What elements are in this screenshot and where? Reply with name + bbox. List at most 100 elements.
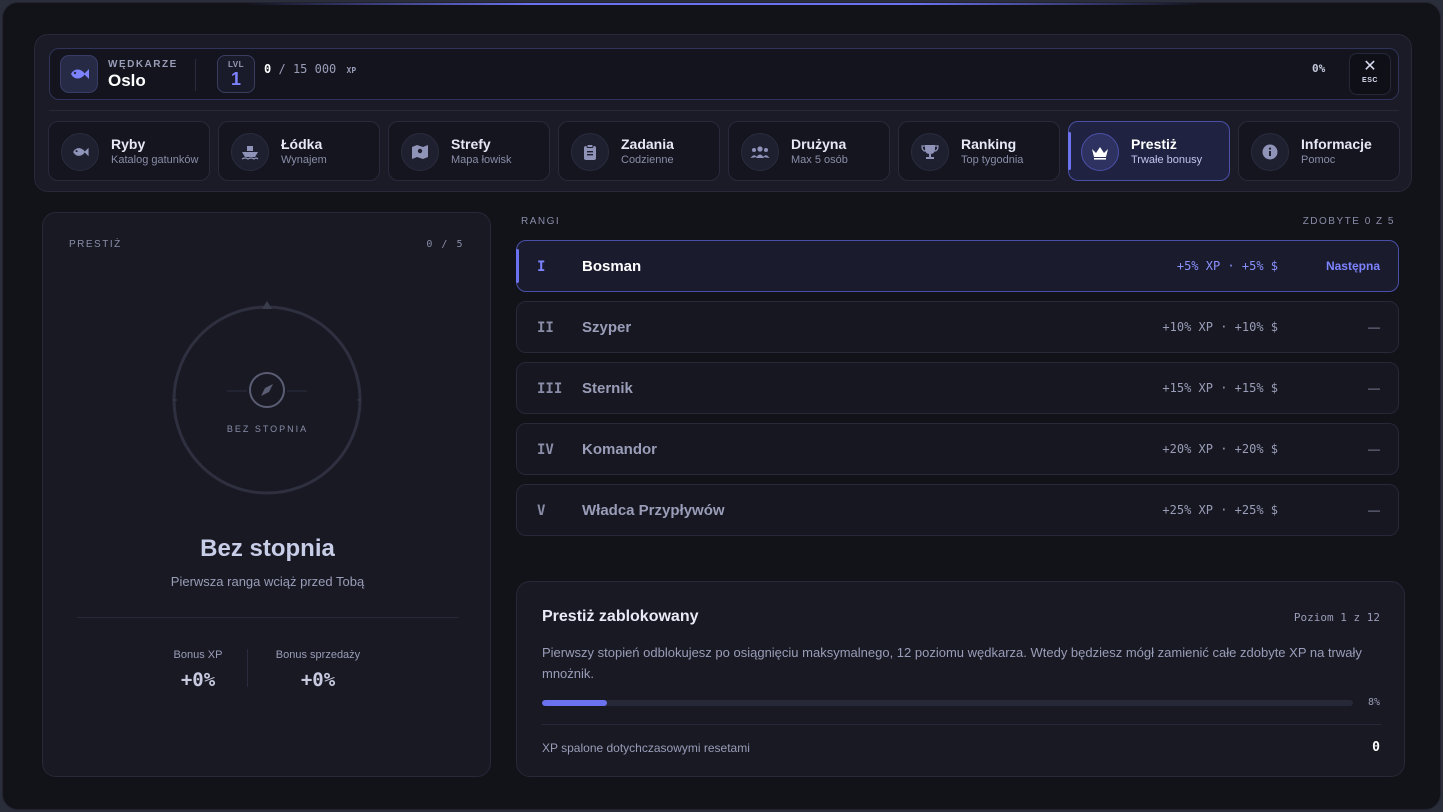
app-title: Oslo <box>108 71 146 90</box>
tab-subtitle: Mapa łowisk <box>451 154 512 166</box>
tab-label: Drużyna <box>791 136 847 152</box>
ranks-label: RANGI <box>521 216 561 227</box>
tab-subtitle: Trwałe bonusy <box>1131 154 1203 166</box>
rank-name: Komandor <box>582 441 657 458</box>
rank-status: — <box>1368 320 1380 334</box>
fish-icon <box>61 133 99 171</box>
rank-bonus: +20% XP · +20% $ <box>1162 442 1278 456</box>
top-accent-line <box>243 3 1203 5</box>
level-progress-fill <box>542 700 607 706</box>
tab-label: Prestiż <box>1131 136 1177 152</box>
app-subtitle: WĘDKARZE <box>108 59 178 70</box>
rank-name: Szyper <box>582 319 632 336</box>
current-rank-description: Pierwsza ranga wciąż przed Tobą <box>170 574 365 589</box>
prestige-label: PRESTIŻ <box>69 239 122 250</box>
close-icon: ✕ <box>1363 58 1377 75</box>
tab-label: Informacje <box>1301 136 1372 152</box>
prestige-window: WĘDKARZE Oslo LVL 1 0 / 15 000 XP 0% ✕ E… <box>2 2 1441 810</box>
rank-status: — <box>1368 381 1380 395</box>
tab-subtitle: Max 5 osób <box>791 154 848 166</box>
xp-current: 0 <box>264 62 272 76</box>
rank-bonus: +10% XP · +10% $ <box>1162 320 1278 334</box>
tab-informacje[interactable]: Informacje Pomoc <box>1238 121 1400 181</box>
rank-name: Sternik <box>582 380 633 397</box>
xp-percent: 0% <box>1312 62 1326 75</box>
burned-xp-label: XP spalone dotychczasowymi resetami <box>542 741 750 755</box>
info-icon <box>1251 133 1289 171</box>
status-bar: WĘDKARZE Oslo LVL 1 0 / 15 000 XP 0% ✕ E… <box>49 48 1399 100</box>
tab-zadania[interactable]: Zadania Codzienne <box>558 121 720 181</box>
xp-readout: 0 / 15 000 XP <box>264 62 356 76</box>
tab-ranking[interactable]: Ranking Top tygodnia <box>898 121 1060 181</box>
current-rank-title: Bez stopnia <box>200 535 335 562</box>
rank-row[interactable]: IV Komandor +20% XP · +20% $ — <box>516 423 1399 475</box>
tab-druzyna[interactable]: Drużyna Max 5 osób <box>728 121 890 181</box>
rank-bonus: +15% XP · +15% $ <box>1162 381 1278 395</box>
crown-icon <box>1081 133 1119 171</box>
map-icon <box>401 133 439 171</box>
level-progress-bar <box>542 700 1353 706</box>
trophy-icon <box>911 133 949 171</box>
divider <box>195 59 196 91</box>
compass-icon <box>249 372 285 408</box>
boat-icon <box>231 133 269 171</box>
fish-icon <box>60 55 98 93</box>
prestige-count: 0 / 5 <box>426 239 464 250</box>
level-value: 1 <box>230 69 241 89</box>
prestige-locked-card: Prestiż zablokowany Poziom 1 z 12 Pierws… <box>516 581 1405 777</box>
tab-subtitle: Codzienne <box>621 154 674 166</box>
rank-number: III <box>537 381 563 397</box>
tab-bar: Ryby Katalog gatunków Łódka Wynajem Stre… <box>48 121 1400 181</box>
ring-caption: BEZ STOPNIA <box>226 424 309 434</box>
tab-label: Łódka <box>281 136 323 152</box>
rank-number: II <box>537 320 554 336</box>
tab-strefy[interactable]: Strefy Mapa łowisk <box>388 121 550 181</box>
rank-status: — <box>1368 503 1380 517</box>
rank-row[interactable]: I Bosman +5% XP · +5% $ Następna <box>516 240 1399 292</box>
rank-name: Władca Przypływów <box>582 502 725 519</box>
rank-bonus: +25% XP · +25% $ <box>1162 503 1278 517</box>
xp-separator: / <box>278 62 286 76</box>
locked-description: Pierwszy stopień odblokujesz po osiągnię… <box>542 645 1362 681</box>
rank-status: Następna <box>1325 259 1380 273</box>
tab-label: Strefy <box>451 136 491 152</box>
rank-row[interactable]: III Sternik +15% XP · +15% $ — <box>516 362 1399 414</box>
tab-label: Ryby <box>111 136 146 152</box>
rank-number: V <box>537 503 546 519</box>
tab-subtitle: Top tygodnia <box>961 154 1024 166</box>
burned-xp-value: 0 <box>1372 740 1380 755</box>
rank-number: I <box>537 259 546 275</box>
tab-prestiz[interactable]: Prestiż Trwałe bonusy <box>1068 121 1230 181</box>
close-button[interactable]: ✕ ESC <box>1349 53 1391 95</box>
xp-unit: XP <box>346 66 357 75</box>
xp-max: 15 000 <box>292 62 337 76</box>
tab-label: Zadania <box>621 136 674 152</box>
tab-subtitle: Wynajem <box>281 154 327 166</box>
bonus-sell: Bonus sprzedaży +0% <box>248 649 388 691</box>
users-icon <box>741 133 779 171</box>
level-badge: LVL 1 <box>217 55 255 93</box>
close-esc-label: ESC <box>1362 77 1378 84</box>
tab-label: Ranking <box>961 136 1017 152</box>
rank-bonus: +5% XP · +5% $ <box>1176 259 1278 273</box>
tab-subtitle: Pomoc <box>1301 154 1336 166</box>
rank-number: IV <box>537 442 554 458</box>
header-divider <box>49 110 1399 111</box>
prestige-ring <box>172 301 362 495</box>
rank-status: — <box>1368 442 1380 456</box>
locked-title: Prestiż zablokowany <box>542 608 699 625</box>
tab-ryby[interactable]: Ryby Katalog gatunków <box>48 121 210 181</box>
tab-lodka[interactable]: Łódka Wynajem <box>218 121 380 181</box>
rank-row[interactable]: V Władca Przypływów +25% XP · +25% $ — <box>516 484 1399 536</box>
divider <box>77 617 458 618</box>
clipboard-icon <box>571 133 609 171</box>
bonus-sell-value: +0% <box>300 669 336 691</box>
ranks-count: ZDOBYTE 0 Z 5 <box>1302 216 1395 227</box>
level-label: LVL <box>227 60 244 69</box>
divider <box>542 724 1381 725</box>
level-progress-text: 8% <box>1367 697 1380 708</box>
bonus-sell-label: Bonus sprzedaży <box>275 649 361 661</box>
rank-row[interactable]: II Szyper +10% XP · +10% $ — <box>516 301 1399 353</box>
prestige-status-card: PRESTIŻ 0 / 5 BEZ STOPNIA Bez stopnia Pi… <box>42 212 491 777</box>
rank-name: Bosman <box>582 258 642 275</box>
